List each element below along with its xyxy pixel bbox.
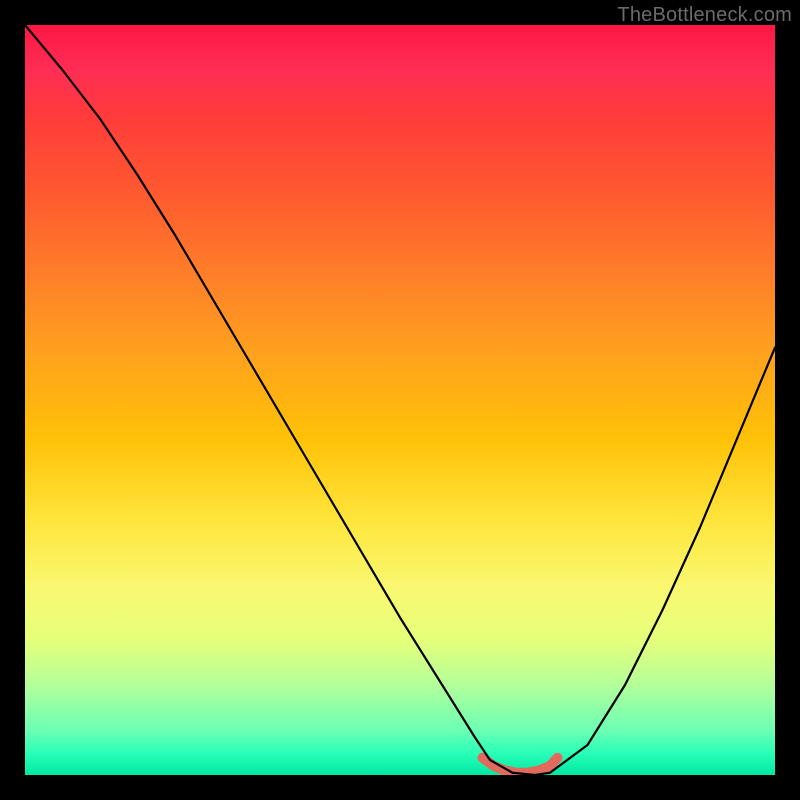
optimal-range-marker bbox=[483, 758, 558, 773]
chart-svg bbox=[25, 25, 775, 775]
chart-frame: TheBottleneck.com bbox=[0, 0, 800, 800]
curve-line bbox=[25, 25, 775, 775]
watermark-text: TheBottleneck.com bbox=[617, 4, 792, 27]
plot-area bbox=[25, 25, 775, 775]
